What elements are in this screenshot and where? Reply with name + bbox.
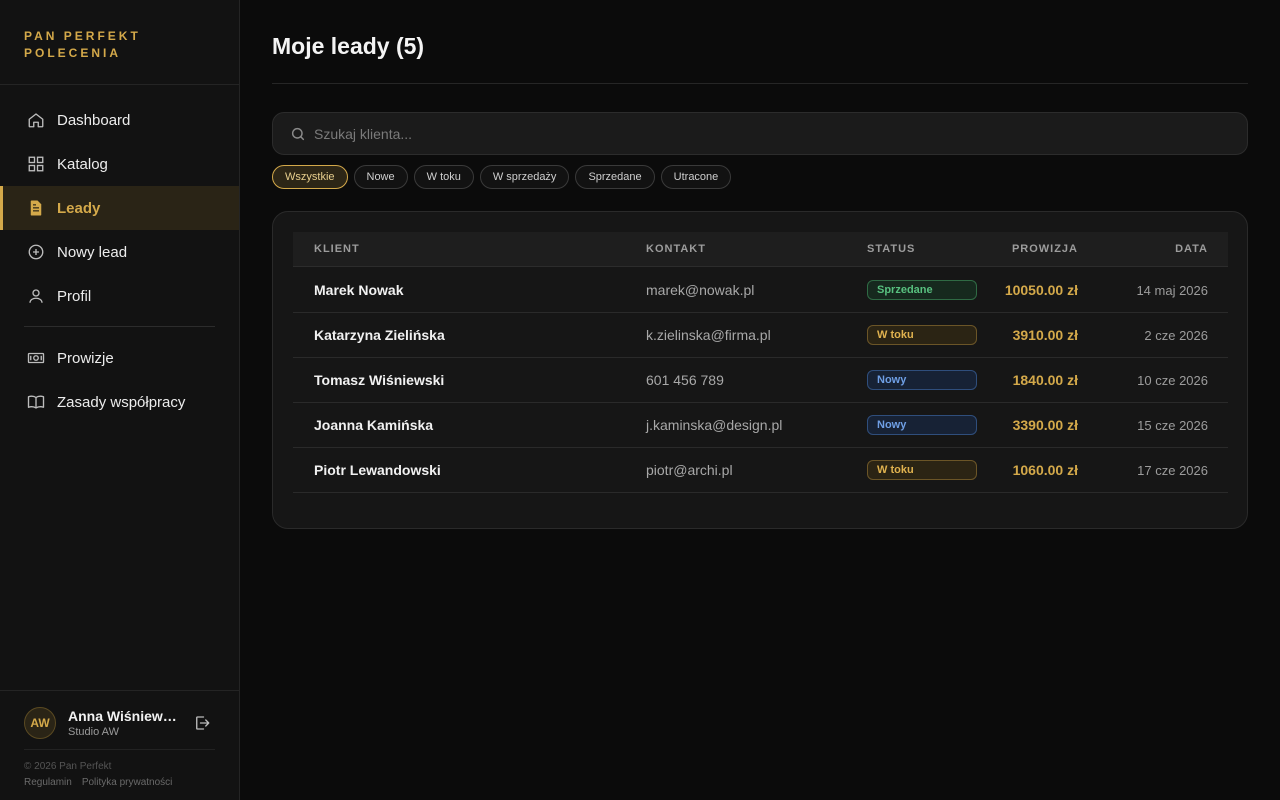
filter-new[interactable]: Nowe [353, 165, 408, 189]
sidebar: PAN PERFEKT POLECENIA Dashboard Katalog … [0, 0, 240, 800]
book-icon [26, 392, 46, 412]
brand-logo[interactable]: PAN PERFEKT POLECENIA [0, 0, 239, 85]
commission-value: 10050.00 zł [1004, 282, 1078, 298]
filter-in-progress[interactable]: W toku [413, 165, 474, 189]
user-panel: AW Anna Wiśniewska Studio AW © 2026 Pan … [0, 690, 239, 800]
legal-links: Regulamin Polityka prywatności [24, 777, 182, 788]
lead-date: 15 cze 2026 [1137, 417, 1208, 433]
brand-title: PAN PERFEKT [24, 29, 141, 43]
home-icon [26, 110, 46, 130]
leads-table-card: KLIENT KONTAKT STATUS PROWIZJA DATA Mare… [272, 211, 1248, 529]
table-row[interactable]: Marek Nowak marek@nowak.pl Sprzedane 100… [293, 268, 1228, 313]
terms-link[interactable]: Regulamin [24, 777, 72, 788]
status-filters: Wszystkie Nowe W toku W sprzedaży Sprzed… [272, 165, 737, 189]
brand-subtitle: POLECENIA [24, 46, 122, 60]
table-row[interactable]: Joanna Kamińska j.kaminska@design.pl Now… [293, 403, 1228, 448]
commission-value: 3910.00 zł [1012, 327, 1078, 343]
filter-sold[interactable]: Sprzedane [575, 165, 655, 189]
status-badge: Sprzedane [867, 280, 977, 300]
client-name: Piotr Lewandowski [314, 462, 441, 478]
column-header-date[interactable]: DATA [1175, 243, 1208, 255]
document-icon [26, 198, 46, 218]
client-contact: 601 456 789 [646, 372, 724, 388]
filter-all[interactable]: Wszystkie [272, 165, 348, 189]
table-row[interactable]: Katarzyna Zielińska k.zielinska@firma.pl… [293, 313, 1228, 358]
user-icon [26, 286, 46, 306]
sidebar-item-zasady[interactable]: Zasady współpracy [0, 380, 239, 424]
sidebar-item-leady[interactable]: Leady [0, 186, 239, 230]
sidebar-item-prowizje[interactable]: Prowizje [0, 336, 239, 380]
sidebar-item-label: Katalog [57, 155, 108, 173]
user-info: AW Anna Wiśniewska Studio AW [24, 707, 215, 739]
client-name: Marek Nowak [314, 282, 404, 298]
commission-value: 1060.00 zł [1012, 462, 1078, 478]
column-header-commission[interactable]: PROWIZJA [1012, 243, 1078, 255]
client-contact: marek@nowak.pl [646, 282, 755, 298]
main-nav: Dashboard Katalog Leady Nowy lead Profil [0, 85, 239, 424]
title-divider [272, 83, 1248, 84]
status-badge: W toku [867, 325, 977, 345]
sidebar-item-katalog[interactable]: Katalog [0, 142, 239, 186]
status-badge: Nowy [867, 415, 977, 435]
logout-icon[interactable] [193, 714, 211, 732]
sidebar-item-label: Profil [57, 287, 92, 305]
sidebar-item-label: Zasady współpracy [57, 393, 186, 411]
user-name: Anna Wiśniewska [68, 708, 178, 724]
lead-date: 17 cze 2026 [1137, 462, 1208, 478]
sidebar-item-label: Nowy lead [57, 243, 128, 261]
sidebar-item-label: Leady [57, 199, 101, 217]
filter-lost[interactable]: Utracone [660, 165, 732, 189]
grid-icon [26, 154, 46, 174]
copyright: © 2026 Pan Perfekt [24, 761, 112, 772]
lead-date: 10 cze 2026 [1137, 372, 1208, 388]
lead-date: 14 maj 2026 [1136, 282, 1208, 298]
sidebar-item-label: Dashboard [57, 111, 131, 129]
client-contact: j.kaminska@design.pl [646, 417, 783, 433]
search-bar [272, 112, 1248, 155]
table-row[interactable]: Piotr Lewandowski piotr@archi.pl W toku … [293, 448, 1228, 493]
status-badge: W toku [867, 460, 977, 480]
column-header-contact[interactable]: KONTAKT [646, 243, 706, 255]
search-icon [290, 126, 306, 142]
sidebar-item-dashboard[interactable]: Dashboard [0, 98, 239, 142]
search-input[interactable] [314, 125, 1214, 142]
client-contact: piotr@archi.pl [646, 462, 733, 478]
money-icon [26, 348, 46, 368]
lead-date: 2 cze 2026 [1144, 327, 1208, 343]
commission-value: 3390.00 zł [1012, 417, 1078, 433]
plus-circle-icon [26, 242, 46, 262]
footer-divider [24, 749, 215, 750]
sidebar-item-label: Prowizje [57, 349, 114, 367]
table-header: KLIENT KONTAKT STATUS PROWIZJA DATA [293, 232, 1228, 267]
page-title: Moje leady (5) [272, 33, 425, 59]
avatar[interactable]: AW [24, 707, 56, 739]
commission-value: 1840.00 zł [1012, 372, 1078, 388]
client-name: Tomasz Wiśniewski [314, 372, 445, 388]
nav-divider [24, 326, 215, 327]
sidebar-item-nowy-lead[interactable]: Nowy lead [0, 230, 239, 274]
client-name: Joanna Kamińska [314, 417, 434, 433]
filter-in-sale[interactable]: W sprzedaży [479, 165, 570, 189]
user-company: Studio AW [68, 726, 119, 738]
table-row[interactable]: Tomasz Wiśniewski 601 456 789 Nowy 1840.… [293, 358, 1228, 403]
client-contact: k.zielinska@firma.pl [646, 327, 771, 343]
sidebar-item-profil[interactable]: Profil [0, 274, 239, 318]
privacy-link[interactable]: Polityka prywatności [82, 777, 173, 788]
client-name: Katarzyna Zielińska [314, 327, 445, 343]
column-header-client[interactable]: KLIENT [314, 243, 360, 255]
status-badge: Nowy [867, 370, 977, 390]
column-header-status[interactable]: STATUS [867, 243, 915, 255]
